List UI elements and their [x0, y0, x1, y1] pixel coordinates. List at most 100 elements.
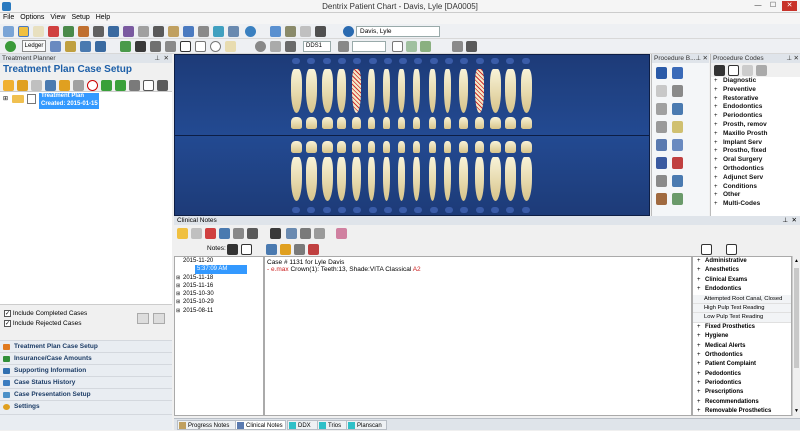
- grid-icon[interactable]: [195, 41, 206, 52]
- note-view-icon[interactable]: [300, 228, 311, 239]
- upper-occlusal-view[interactable]: [306, 117, 318, 129]
- upper-occlusal-view[interactable]: [367, 117, 375, 129]
- include-completed-checkbox[interactable]: ✓ Include Completed Cases: [4, 310, 87, 317]
- menu-options[interactable]: Options: [17, 13, 47, 22]
- lower-occlusal-view[interactable]: [336, 141, 346, 153]
- tree-node-treatment-plan[interactable]: Treatment Plan Created: 2015-01-15: [39, 93, 99, 109]
- note-entry-selected[interactable]: 5:37:09 AM [DDS1]: [195, 265, 247, 281]
- upper-occlusal-view[interactable]: [459, 117, 469, 129]
- lower-tooth[interactable]: [474, 157, 484, 201]
- filter-list-icon[interactable]: [153, 313, 165, 324]
- category-list-icon[interactable]: [726, 244, 737, 255]
- note-category[interactable]: Administrative: [693, 257, 791, 267]
- note-template[interactable]: Low Pulp Test Reading: [693, 313, 791, 323]
- family-file-icon[interactable]: [63, 26, 74, 37]
- procedure-code-category[interactable]: Conditions: [711, 183, 800, 192]
- procedure-code-category[interactable]: Other: [711, 191, 800, 200]
- note-options-icon[interactable]: [286, 228, 297, 239]
- link-icon[interactable]: [270, 26, 281, 37]
- tab-planscan[interactable]: Planscan: [346, 420, 387, 430]
- find-icon[interactable]: [219, 228, 230, 239]
- move-icon[interactable]: [59, 80, 70, 91]
- location-icon[interactable]: [285, 26, 296, 37]
- lower-occlusal-view[interactable]: [505, 141, 517, 153]
- upper-occlusal-view[interactable]: [428, 117, 436, 129]
- bell-icon[interactable]: [280, 244, 291, 255]
- lower-tooth[interactable]: [505, 157, 517, 201]
- lower-occlusal-view[interactable]: [520, 141, 532, 153]
- pen-icon[interactable]: [135, 41, 146, 52]
- lower-occlusal-view[interactable]: [444, 141, 451, 153]
- lower-occlusal-view[interactable]: [382, 141, 390, 153]
- procedure-buttons-close-icon[interactable]: ✕: [703, 54, 708, 63]
- lower-occlusal-view[interactable]: [459, 141, 469, 153]
- note-category[interactable]: Periodontics: [693, 379, 791, 389]
- note-category[interactable]: Hygiene: [693, 332, 791, 342]
- perio-icon[interactable]: [78, 26, 89, 37]
- tab-trios[interactable]: Trios: [317, 420, 347, 430]
- lower-occlusal-view[interactable]: [291, 141, 302, 153]
- upper-tooth[interactable]: [474, 69, 484, 113]
- lower-occlusal-view[interactable]: [306, 141, 318, 153]
- scroll-down-icon[interactable]: ▼: [794, 408, 799, 414]
- procedure-button[interactable]: [672, 121, 683, 133]
- dropper-icon[interactable]: [198, 26, 209, 37]
- nav-supporting-info[interactable]: Supporting Information: [0, 364, 172, 376]
- ledger-button[interactable]: Ledger: [22, 40, 46, 52]
- filter-icon[interactable]: [165, 41, 176, 52]
- procedure-code-category[interactable]: Multi-Codes: [711, 200, 800, 209]
- signature-icon[interactable]: [308, 244, 319, 255]
- maximize-icon[interactable]: ☐: [767, 1, 779, 11]
- lower-tooth[interactable]: [352, 157, 362, 201]
- upper-tooth[interactable]: [428, 69, 436, 113]
- clinical-notes-pin-icon[interactable]: ⊥: [782, 216, 788, 225]
- lower-tooth[interactable]: [336, 157, 346, 201]
- new-case-icon[interactable]: [3, 80, 14, 91]
- procedure-code-category[interactable]: Maxillo Prosth: [711, 130, 800, 139]
- tool-icon[interactable]: [150, 41, 161, 52]
- upper-occlusal-view[interactable]: [505, 117, 517, 129]
- procedure-button[interactable]: [656, 175, 667, 187]
- note-date[interactable]: 2015-10-30: [175, 290, 263, 299]
- procedure-code-category[interactable]: Adjunct Serv: [711, 174, 800, 183]
- upper-tooth[interactable]: [306, 69, 318, 113]
- procedure-button[interactable]: [656, 193, 667, 205]
- print-icon[interactable]: [315, 26, 326, 37]
- info-icon[interactable]: [343, 26, 354, 37]
- delete-note-icon[interactable]: [205, 228, 216, 239]
- lower-tooth[interactable]: [306, 157, 318, 201]
- upper-tooth[interactable]: [367, 69, 375, 113]
- procedure-button[interactable]: [656, 85, 667, 97]
- lower-occlusal-view[interactable]: [474, 141, 484, 153]
- upper-tooth[interactable]: [352, 69, 362, 113]
- filter-grid-icon[interactable]: [137, 313, 149, 324]
- note-category[interactable]: Medical Alerts: [693, 342, 791, 352]
- lower-occlusal-view[interactable]: [398, 141, 406, 153]
- lower-occlusal-view[interactable]: [321, 141, 333, 153]
- procedure-code-category[interactable]: Diagnostic: [711, 77, 800, 86]
- lower-occlusal-view[interactable]: [413, 141, 421, 153]
- case-list-icon[interactable]: [143, 80, 154, 91]
- copy-icon[interactable]: [73, 80, 84, 91]
- note-category[interactable]: Clinical Exams: [693, 276, 791, 286]
- wand-icon[interactable]: [266, 244, 277, 255]
- tab-progress-notes[interactable]: Progress Notes: [177, 420, 237, 430]
- globe-icon[interactable]: [245, 26, 256, 37]
- lower-tooth[interactable]: [413, 157, 421, 201]
- nav-presentation-setup[interactable]: Case Presentation Setup: [0, 388, 172, 400]
- new-note-icon[interactable]: [177, 228, 188, 239]
- edit-icon[interactable]: [168, 26, 179, 37]
- upper-occlusal-view[interactable]: [413, 117, 421, 129]
- calendar-icon[interactable]: [183, 26, 194, 37]
- procedure-code-category[interactable]: Implant Serv: [711, 139, 800, 148]
- procedure-code-category[interactable]: Orthodontics: [711, 165, 800, 174]
- procedure-codes-close-icon[interactable]: ✕: [794, 54, 799, 63]
- options-icon[interactable]: [270, 41, 281, 52]
- procedure-button[interactable]: [672, 67, 683, 79]
- note-template[interactable]: High Pulp Test Reading: [693, 303, 791, 314]
- patient-field[interactable]: Davis, Lyle: [356, 26, 440, 37]
- flag-icon[interactable]: [285, 41, 296, 52]
- upper-occlusal-view[interactable]: [382, 117, 390, 129]
- lock-icon[interactable]: [338, 41, 349, 52]
- lower-tooth[interactable]: [444, 157, 451, 201]
